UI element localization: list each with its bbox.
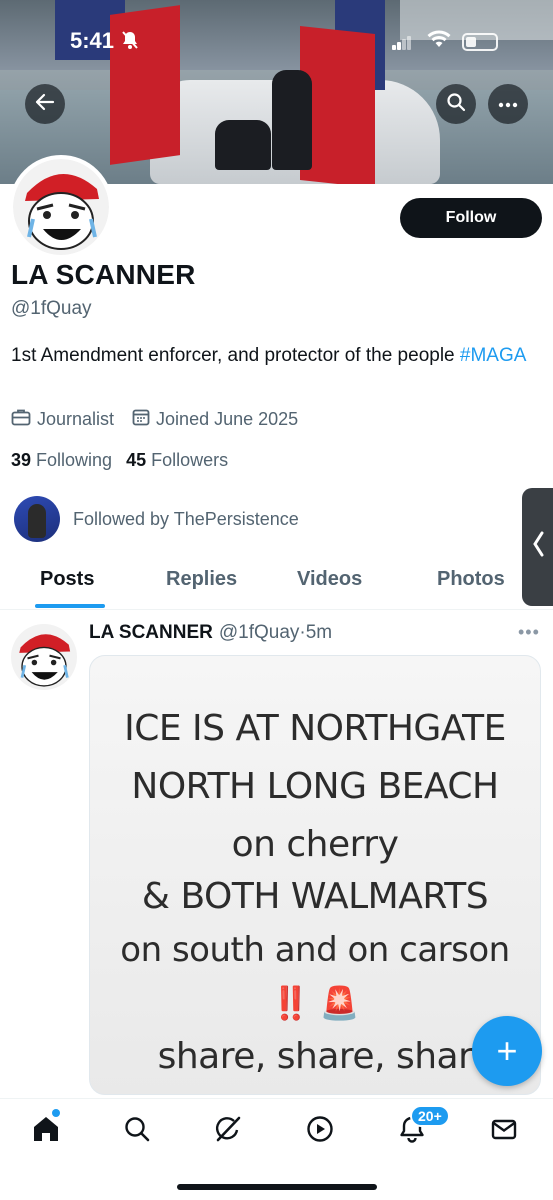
post-image[interactable]: ICE IS AT NORTHGATE NORTH LONG BEACH on … [89,655,541,1095]
category-label: Journalist [37,409,115,429]
banner-person [215,120,271,170]
image-alert-emojis: ‼️ 🚨 [270,985,360,1021]
play-circle-icon [306,1115,334,1148]
post-time[interactable]: 5m [306,622,332,644]
follow-button[interactable]: Follow [400,198,542,238]
profile-tabs: Posts Replies Videos Photos [0,556,553,610]
post-author-avatar[interactable] [11,624,77,690]
following-link[interactable]: 39 Following [11,450,112,471]
tab-posts[interactable]: Posts [40,568,94,591]
profile-category: Journalist [11,408,114,431]
profile-avatar[interactable] [9,155,113,259]
followed-by-row[interactable]: Followed by ThePersistence [14,496,299,542]
banner-person [272,70,312,170]
profile-meta: Journalist Joined June 2025 [11,408,316,431]
home-icon [32,1115,60,1148]
profile-counts: 39 Following 45 Followers [11,450,242,471]
status-time: 5:41 [70,28,115,53]
notification-count-badge: 20+ [410,1105,450,1127]
image-text-line: on cherry [231,824,399,865]
following-count: 39 [11,450,32,470]
search-icon [123,1115,151,1148]
more-horizontal-icon [498,95,518,113]
joined-label: Joined June 2025 [156,409,299,429]
nav-search-button[interactable] [115,1111,159,1151]
image-text-line: & BOTH WALMARTS [141,876,489,917]
more-button[interactable] [488,84,528,124]
image-text-line: on south and on carson [120,930,510,970]
post-author-name[interactable]: LA SCANNER [89,622,213,644]
image-text-line: NORTH LONG BEACH [131,766,499,807]
active-tab-indicator [35,604,105,608]
tab-videos[interactable]: Videos [297,568,362,591]
profile-joined: Joined June 2025 [132,408,298,431]
nav-grok-button[interactable] [206,1111,250,1151]
battery-icon [462,33,498,51]
nav-messages-button[interactable] [482,1111,526,1151]
arrow-left-icon [35,92,55,117]
tab-replies[interactable]: Replies [166,568,237,591]
search-icon [446,92,466,117]
mail-icon [490,1115,518,1148]
post-author-handle[interactable]: @1fQuay [219,622,300,644]
bell-slash-icon [122,31,138,54]
followers-link[interactable]: 45 Followers [126,450,228,471]
post-header: LA SCANNER @1fQuay · 5m [89,622,332,644]
bio-text: 1st Amendment enforcer, and protector of… [11,345,460,366]
profile-display-name: LA SCANNER [11,259,196,290]
cellular-signal-icon [392,36,412,50]
calendar-icon [132,408,150,431]
search-button[interactable] [436,84,476,124]
followers-label: Followers [151,450,229,470]
profile-handle: @1fQuay [11,298,92,319]
profile-bio: 1st Amendment enforcer, and protector of… [11,342,531,369]
follower-avatar [14,496,60,542]
status-bar: 5:41 [0,0,553,84]
briefcase-icon [11,408,31,431]
bio-hashtag-link[interactable]: #MAGA [460,345,527,366]
back-button[interactable] [25,84,65,124]
following-label: Following [36,450,113,470]
nav-video-button[interactable] [298,1111,342,1151]
grok-icon [214,1115,242,1148]
nav-home-button[interactable] [24,1111,68,1151]
image-text-line: ICE IS AT NORTHGATE [124,708,506,749]
followed-by-text: Followed by ThePersistence [73,508,299,529]
avatar-image [13,159,109,255]
followers-count: 45 [126,450,147,470]
wifi-icon [426,29,452,54]
post-more-icon[interactable]: ••• [518,622,540,643]
home-unread-dot [52,1109,60,1117]
home-indicator [177,1184,377,1190]
tab-photos[interactable]: Photos [437,568,505,591]
compose-post-button[interactable]: + [472,1016,542,1086]
